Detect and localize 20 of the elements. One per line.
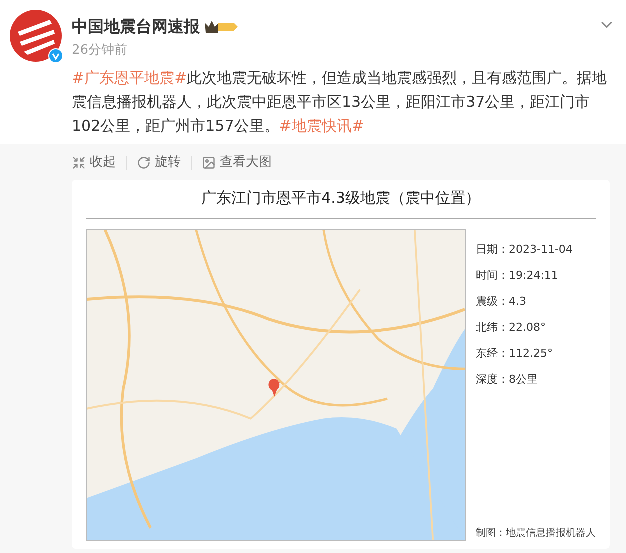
image-action-button[interactable]: 旋转 — [137, 153, 181, 173]
earthquake-detail: 北纬：22.08° — [476, 320, 547, 336]
image-icon — [202, 156, 216, 170]
earthquake-detail: 震级：4.3 — [476, 294, 528, 310]
crown-icon — [204, 19, 238, 35]
post-text: #广东恩平地震#此次地震无破坏性，但造成当地震感强烈，且有感范围广。据地震信息播报机器人，此次震中距恩平市区13公里，距阳江市37公里，距江门市102公里，距广州市157公里。#地震快讯# — [72, 68, 608, 137]
author-name[interactable]: 中国地震台网速报 — [72, 16, 200, 38]
map-credit: 制图：地震信息播报机器人 — [476, 526, 596, 541]
collapse-icon — [72, 156, 86, 170]
image-title: 广东江门市恩平市4.3级地震（震中位置） — [200, 188, 482, 209]
rotate-icon — [137, 156, 151, 170]
earthquake-detail: 日期：2023-11-04 — [476, 242, 574, 258]
image-action-button[interactable]: 收起 — [72, 153, 116, 173]
avatar-logo[interactable] — [10, 10, 62, 62]
earthquake-detail: 深度：8公里 — [476, 372, 539, 388]
earthquake-detail: 时间：19:24:11 — [476, 268, 560, 284]
post-time: 26分钟前 — [72, 42, 129, 60]
earthquake-detail: 东经：112.25° — [476, 346, 554, 362]
image-card[interactable]: 广东江门市恩平市4.3级地震（震中位置） 日期：2023-11-04 时间：19:24:11 震级：4.3 北纬：22.08° 东经：112.25° 深度：8公里 制图：地震信息播报机器人 — [72, 180, 610, 549]
image-action-button[interactable]: 查看大图 — [202, 153, 272, 173]
